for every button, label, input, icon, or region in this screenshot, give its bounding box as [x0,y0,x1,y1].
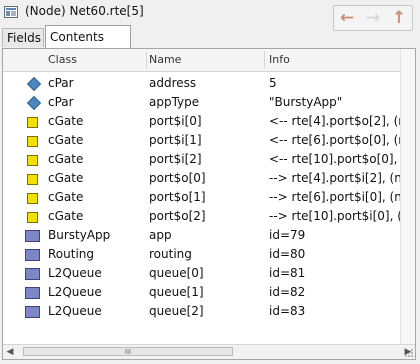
class-cell: cPar [48,76,74,90]
tab-fields[interactable]: Fields [2,28,44,47]
table-row[interactable]: cPar address 5 [3,74,403,93]
horizontal-scroll-thumb[interactable]: III [23,347,233,356]
column-header-class[interactable]: Class [48,53,77,66]
horizontal-scrollbar[interactable]: ◀ III ▶ [3,344,415,359]
class-cell: cGate [48,171,84,185]
info-cell: id=83 [269,304,306,318]
parameter-icon [26,95,42,111]
info-cell: <-- rte[10].port$o[0], (net [269,152,403,166]
name-cell: address [149,76,197,90]
table-header: Class Name Info [3,49,403,72]
table-row[interactable]: BurstyApp app id=79 [3,226,403,245]
column-separator[interactable] [264,51,265,69]
class-cell: cGate [48,209,84,223]
name-cell: port$o[2] [149,209,206,223]
table-row[interactable]: Routing routing id=80 [3,245,403,264]
table-row[interactable]: cGate port$i[2] <-- rte[10].port$o[0], (… [3,150,403,169]
table-row[interactable]: L2Queue queue[0] id=81 [3,264,403,283]
scroll-left-icon[interactable]: ◀ [3,346,17,358]
gate-icon [27,155,38,166]
gate-icon [27,174,38,185]
info-cell: id=81 [269,266,306,280]
table-row[interactable]: L2Queue queue[1] id=82 [3,283,403,302]
info-cell: <-- rte[6].port$o[0], (netw [269,133,403,147]
table-row[interactable]: cPar appType "BurstyApp" [3,93,403,112]
table-row[interactable]: cGate port$i[0] <-- rte[4].port$o[2], (n… [3,112,403,131]
name-cell: port$i[2] [149,152,202,166]
class-cell: L2Queue [48,285,102,299]
gate-icon [27,117,38,128]
name-cell: queue[2] [149,304,204,318]
gate-icon [27,193,38,204]
module-icon [25,306,40,318]
column-separator[interactable] [146,51,147,69]
contents-panel: Class Name Info cPar address 5 cPar appT… [2,48,416,360]
class-cell: Routing [48,247,95,261]
class-cell: L2Queue [48,304,102,318]
info-cell: 5 [269,76,277,90]
module-icon [25,268,40,280]
tab-strip: Fields Contents (13) [0,25,420,66]
window-title: (Node) Net60.rte[5] [25,4,144,18]
info-cell: id=79 [269,228,306,242]
class-cell: cGate [48,133,84,147]
name-cell: routing [149,247,192,261]
table-rows: cPar address 5 cPar appType "BurstyApp" … [3,74,403,346]
tab-contents[interactable]: Contents (13) [45,25,131,66]
info-cell: "BurstyApp" [269,95,343,109]
class-cell: cGate [48,152,84,166]
column-header-info[interactable]: Info [269,53,290,66]
table-row[interactable]: cGate port$i[1] <-- rte[6].port$o[0], (n… [3,131,403,150]
name-cell: port$o[1] [149,190,206,204]
table-row[interactable]: cGate port$o[2] --> rte[10].port$i[0], (… [3,207,403,226]
gate-icon [27,212,38,223]
class-cell: cPar [48,95,74,109]
node-icon [4,6,18,18]
gate-icon [27,136,38,147]
name-cell: queue[0] [149,266,204,280]
module-icon [25,230,40,242]
info-cell: id=80 [269,247,306,261]
module-icon [25,287,40,299]
name-cell: port$i[1] [149,133,202,147]
class-cell: cGate [48,114,84,128]
module-icon [25,249,40,261]
info-cell: --> rte[10].port$i[0], (netw [269,209,403,223]
resize-grip-icon[interactable] [404,348,414,358]
column-header-name[interactable]: Name [149,53,181,66]
class-cell: L2Queue [48,266,102,280]
info-cell: --> rte[6].port$i[0], (netw [269,190,403,204]
class-cell: cGate [48,190,84,204]
parameter-icon [26,76,42,92]
name-cell: port$o[0] [149,171,206,185]
info-cell: id=82 [269,285,306,299]
name-cell: appType [149,95,200,109]
info-cell: --> rte[4].port$i[2], (netw [269,171,403,185]
info-cell: <-- rte[4].port$o[2], (netw [269,114,403,128]
name-cell: port$i[0] [149,114,202,128]
table-row[interactable]: cGate port$o[1] --> rte[6].port$i[0], (n… [3,188,403,207]
class-cell: BurstyApp [48,228,111,242]
table-row[interactable]: cGate port$o[0] --> rte[4].port$i[2], (n… [3,169,403,188]
table-row[interactable]: L2Queue queue[2] id=83 [3,302,403,321]
scroll-grip: III [124,348,132,356]
title-bar: (Node) Net60.rte[5] ← → ↑ [0,0,420,31]
name-cell: queue[1] [149,285,204,299]
vertical-scrollbar[interactable] [400,49,415,345]
name-cell: app [149,228,172,242]
